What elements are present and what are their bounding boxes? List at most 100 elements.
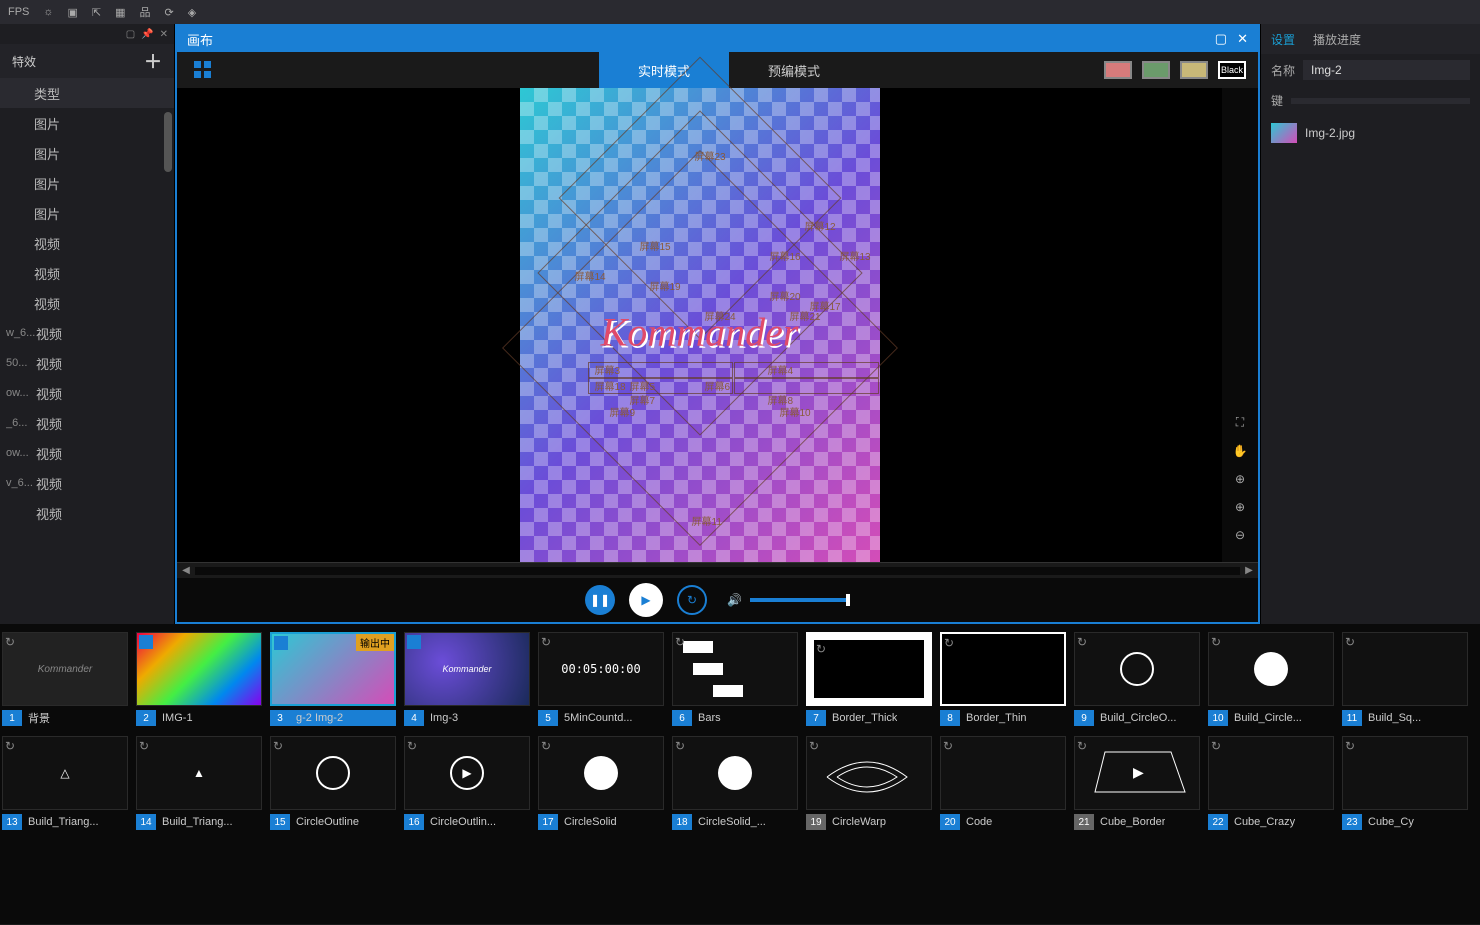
export-icon[interactable]: ⇱: [92, 6, 101, 19]
tab-settings[interactable]: 设置: [1271, 31, 1295, 48]
thumbnail-preview[interactable]: ↻: [538, 736, 664, 810]
maximize-icon[interactable]: ▢: [1215, 31, 1227, 47]
dock-icon[interactable]: ▢: [126, 29, 135, 40]
thumbnail-item[interactable]: ↻Kommander4Img-3: [404, 632, 530, 726]
list-item[interactable]: 视频: [0, 498, 174, 528]
swatch-green[interactable]: [1142, 61, 1170, 79]
thumbnail-item[interactable]: ↻00:05:00:0055MinCountd...: [538, 632, 664, 726]
list-item[interactable]: 图片: [0, 198, 174, 228]
target-icon[interactable]: ⊕: [1235, 472, 1245, 486]
thumbnail-preview[interactable]: ↻: [1208, 736, 1334, 810]
name-field[interactable]: Img-2: [1303, 60, 1470, 80]
playback-controls: ❚❚ ▶ ↻ 🔊: [177, 578, 1258, 622]
thumbnail-item[interactable]: ↻18CircleSolid_...: [672, 736, 798, 830]
thumbnail-preview[interactable]: ↻: [1342, 632, 1468, 706]
list-item[interactable]: 图片: [0, 168, 174, 198]
thumbnail-preview[interactable]: ↻Kommander: [404, 632, 530, 706]
thumbnail-item[interactable]: ↻10Build_Circle...: [1208, 632, 1334, 726]
volume-icon[interactable]: 🔊: [727, 593, 742, 607]
close-icon[interactable]: ✕: [160, 29, 168, 40]
zoom-in-icon[interactable]: ⊕: [1235, 500, 1245, 514]
swatch-red[interactable]: [1104, 61, 1132, 79]
list-item[interactable]: 视频: [0, 288, 174, 318]
list-item[interactable]: ow...视频: [0, 378, 174, 408]
thumbnail-preview[interactable]: ↻00:05:00:00: [538, 632, 664, 706]
thumbnail-preview[interactable]: ↻输出中: [270, 632, 396, 706]
thumbnail-item[interactable]: ↻▶21Cube_Border: [1074, 736, 1200, 830]
thumbnail-item[interactable]: ↻▲14Build_Triang...: [136, 736, 262, 830]
thumbnail-preview[interactable]: ↻▶: [404, 736, 530, 810]
canvas-h-scrollbar[interactable]: ◀ ▶: [177, 562, 1258, 578]
thumbnail-preview[interactable]: ↻: [1074, 632, 1200, 706]
thumbnail-preview[interactable]: ↻: [1208, 632, 1334, 706]
thumbnail-preview[interactable]: ↻: [806, 632, 932, 706]
canvas-artwork[interactable]: Kommander 屏幕3屏幕4屏幕5屏幕6屏幕7屏幕8屏幕9屏幕10屏幕11屏…: [520, 88, 880, 562]
thumbnail-preview[interactable]: ↻: [672, 632, 798, 706]
thumbnail-preview[interactable]: ↻: [940, 632, 1066, 706]
volume-slider[interactable]: [750, 598, 850, 602]
thumbnail-item[interactable]: ↻22Cube_Crazy: [1208, 736, 1334, 830]
list-item[interactable]: ow...视频: [0, 438, 174, 468]
swatch-black[interactable]: Black: [1218, 61, 1246, 79]
thumbnail-preview[interactable]: ↻: [940, 736, 1066, 810]
thumbnail-item[interactable]: ↻7Border_Thick: [806, 632, 932, 726]
thumbnail-preview[interactable]: ↻: [806, 736, 932, 810]
list-item[interactable]: v_6...视频: [0, 468, 174, 498]
play-button[interactable]: ▶: [629, 583, 663, 617]
monitor-icon[interactable]: ▣: [68, 6, 78, 19]
grid-icon[interactable]: ▦: [115, 6, 125, 19]
grid-toggle-icon[interactable]: [187, 61, 219, 79]
thumbnail-preview[interactable]: ↻▶: [1074, 736, 1200, 810]
fit-icon[interactable]: ⛶: [1236, 415, 1244, 430]
pin-icon[interactable]: 📌: [141, 29, 153, 40]
list-item[interactable]: 视频: [0, 258, 174, 288]
swatch-yellow[interactable]: [1180, 61, 1208, 79]
thumbnail-preview[interactable]: ↻: [1342, 736, 1468, 810]
thumbnail-preview[interactable]: ↻: [672, 736, 798, 810]
thumbnail-preview[interactable]: ↻: [136, 632, 262, 706]
thumbnail-item[interactable]: ↻20Code: [940, 736, 1066, 830]
pause-button[interactable]: ❚❚: [585, 585, 615, 615]
hand-icon[interactable]: ✋: [1233, 444, 1248, 458]
thumbnail-preview[interactable]: ↻△: [2, 736, 128, 810]
list-item[interactable]: 图片: [0, 138, 174, 168]
layers-icon[interactable]: 品: [140, 4, 151, 20]
list-item[interactable]: w_6...视频: [0, 318, 174, 348]
thumbnail-item[interactable]: ↻Kommander1背景: [2, 632, 128, 726]
thumbnail-item[interactable]: ↻▶16CircleOutlin...: [404, 736, 530, 830]
thumbnail-item[interactable]: ↻9Build_CircleO...: [1074, 632, 1200, 726]
file-item[interactable]: Img-2.jpg: [1261, 115, 1480, 151]
key-field[interactable]: [1291, 98, 1470, 104]
thumbnail-item[interactable]: ↻8Border_Thin: [940, 632, 1066, 726]
thumbnail-item[interactable]: ↻11Build_Sq...: [1342, 632, 1468, 726]
list-item[interactable]: 图片: [0, 108, 174, 138]
scroll-left-icon[interactable]: ◀: [177, 565, 195, 576]
close-window-icon[interactable]: ✕: [1237, 31, 1248, 47]
add-effect-button[interactable]: ＋: [144, 48, 162, 74]
tab-pre-mode[interactable]: 预编模式: [729, 52, 859, 88]
thumbnail-item[interactable]: ↻15CircleOutline: [270, 736, 396, 830]
thumbnail-item[interactable]: ↻△13Build_Triang...: [2, 736, 128, 830]
loop-button[interactable]: ↻: [677, 585, 707, 615]
thumbnail-item[interactable]: ↻6Bars: [672, 632, 798, 726]
thumbnail-preview[interactable]: ↻Kommander: [2, 632, 128, 706]
thumbnail-item[interactable]: ↻2IMG-1: [136, 632, 262, 726]
list-item[interactable]: 视频: [0, 228, 174, 258]
zoom-out-icon[interactable]: ⊖: [1235, 528, 1245, 542]
thumbnail-item[interactable]: ↻17CircleSolid: [538, 736, 664, 830]
thumbnail-item[interactable]: ↻23Cube_Cy: [1342, 736, 1468, 830]
network-icon[interactable]: ◈: [188, 6, 196, 19]
thumbnail-preview[interactable]: ↻: [270, 736, 396, 810]
list-item[interactable]: 50...视频: [0, 348, 174, 378]
left-scrollbar[interactable]: [164, 108, 172, 624]
thumbnail-item[interactable]: ↻19CircleWarp: [806, 736, 932, 830]
list-item[interactable]: _6...视频: [0, 408, 174, 438]
thumbnail-preview[interactable]: ↻▲: [136, 736, 262, 810]
sun-icon[interactable]: ☼: [43, 6, 53, 18]
refresh-icon[interactable]: ⟳: [165, 6, 174, 19]
loop-icon: ↻: [541, 739, 551, 753]
canvas-viewport[interactable]: Kommander 屏幕3屏幕4屏幕5屏幕6屏幕7屏幕8屏幕9屏幕10屏幕11屏…: [177, 88, 1222, 562]
tab-progress[interactable]: 播放进度: [1313, 31, 1361, 48]
scroll-right-icon[interactable]: ▶: [1240, 565, 1258, 576]
thumbnail-item[interactable]: ↻输出中3g-2 Img-2: [270, 632, 396, 726]
